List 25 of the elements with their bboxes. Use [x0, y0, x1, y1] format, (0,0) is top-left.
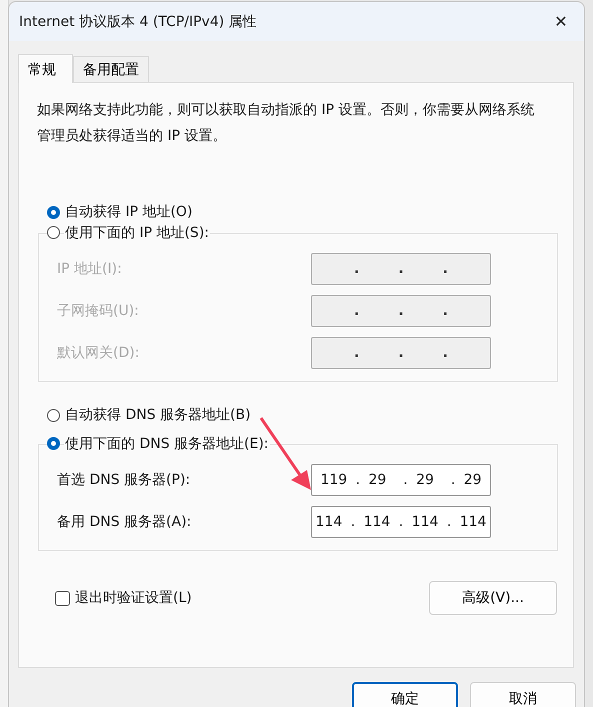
- checkbox[interactable]: [55, 590, 70, 606]
- ip-address-field[interactable]: 114 . 114 . 114 . 114: [311, 506, 491, 538]
- advanced-button[interactable]: 高级(V)...: [429, 581, 557, 615]
- radio-button[interactable]: [47, 226, 60, 239]
- field-label: 备用 DNS 服务器(A):: [57, 513, 192, 531]
- field-label: IP 地址(I):: [57, 260, 122, 278]
- radio-label: 自动获得 IP 地址(O): [64, 203, 194, 221]
- description-text: 如果网络支持此功能，则可以获取自动指派的 IP 设置。否则，你需要从网络系统管理员处获得适当的 IP 设置。: [37, 101, 536, 146]
- tab[interactable]: 备用配置: [73, 56, 149, 82]
- radio-button[interactable]: [47, 206, 60, 218]
- dialog-button[interactable]: 取消: [470, 682, 576, 707]
- dialog-button[interactable]: 确定: [352, 682, 458, 707]
- close-button[interactable]: ✕: [538, 2, 584, 41]
- tab[interactable]: 常规: [18, 54, 73, 83]
- field-label: 子网掩码(U):: [57, 302, 139, 320]
- field-label: 默认网关(D):: [57, 344, 140, 362]
- checkbox-label: 退出时验证设置(L): [74, 589, 193, 607]
- radio-button[interactable]: [47, 437, 60, 450]
- radio-button[interactable]: [47, 408, 60, 422]
- radio-label: 使用下面的 DNS 服务器地址(E):: [64, 434, 270, 452]
- radio-label: 使用下面的 IP 地址(S):: [64, 224, 210, 242]
- field-label: 首选 DNS 服务器(P):: [57, 471, 190, 489]
- radio-label: 自动获得 DNS 服务器地址(B): [64, 406, 252, 424]
- window-title: Internet 协议版本 4 (TCP/IPv4) 属性: [19, 12, 257, 30]
- ip-address-field[interactable]: 119 . 29 . 29 . 29: [311, 464, 491, 496]
